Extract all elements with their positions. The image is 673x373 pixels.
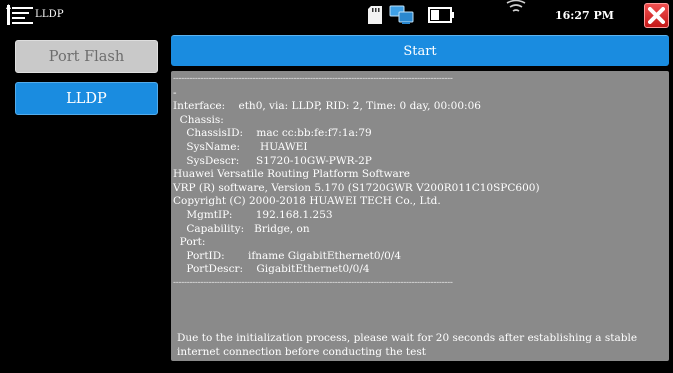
separator-line: ----------------------------------------… <box>173 74 453 84</box>
separator-line: ----------------------------------------… <box>173 277 453 288</box>
output-line: SysDescr: S1720-10GW-PWR-2P <box>173 154 372 167</box>
battery-icon <box>428 7 454 23</box>
start-button[interactable]: Start <box>171 35 669 66</box>
output-line: Chassis: <box>173 113 224 126</box>
output-line: Capability: Bridge, on <box>173 222 310 235</box>
start-button-label: Start <box>403 44 437 59</box>
output-line: - <box>173 86 177 99</box>
output-line: MgmtIP: 192.168.1.253 <box>173 208 333 221</box>
output-line: Interface: eth0, via: LLDP, RID: 2, Time… <box>173 100 481 113</box>
output-panel[interactable]: ----------------------------------------… <box>171 71 669 361</box>
output-line: SysName: HUAWEI <box>173 140 308 153</box>
sidebar-item-label: LLDP <box>66 91 107 107</box>
sidebar-item-lldp[interactable]: LLDP <box>15 82 158 115</box>
output-line: PortDescr: GigabitEthernet0/0/4 <box>173 263 370 276</box>
output-line: PortID: ifname GigabitEthernet0/0/4 <box>173 249 402 262</box>
output-line: ChassisID: mac cc:bb:fe:f7:1a:79 <box>173 127 372 140</box>
close-button[interactable] <box>644 3 669 28</box>
network-icon <box>389 5 414 24</box>
app-logo-icon <box>6 4 33 25</box>
clock: 16:27 PM <box>555 9 614 22</box>
wifi-icon <box>506 0 526 12</box>
close-icon <box>648 7 665 24</box>
output-line: Copyright (C) 2000-2018 HUAWEI TECH Co.,… <box>173 195 441 208</box>
sd-card-icon <box>368 6 382 24</box>
sidebar-item-port-flash[interactable]: Port Flash <box>15 40 158 73</box>
sidebar-item-label: Port Flash <box>48 49 125 65</box>
title-bar: LLDP 16:27 PM <box>0 0 673 31</box>
output-line: Port: <box>173 236 206 249</box>
initialization-notice: Due to the initialization process, pleas… <box>177 332 638 358</box>
output-line: Huawei Versatile Routing Platform Softwa… <box>173 168 410 181</box>
output-line: VRP (R) software, Version 5.170 (S1720GW… <box>173 181 540 194</box>
app-title: LLDP <box>35 9 64 20</box>
